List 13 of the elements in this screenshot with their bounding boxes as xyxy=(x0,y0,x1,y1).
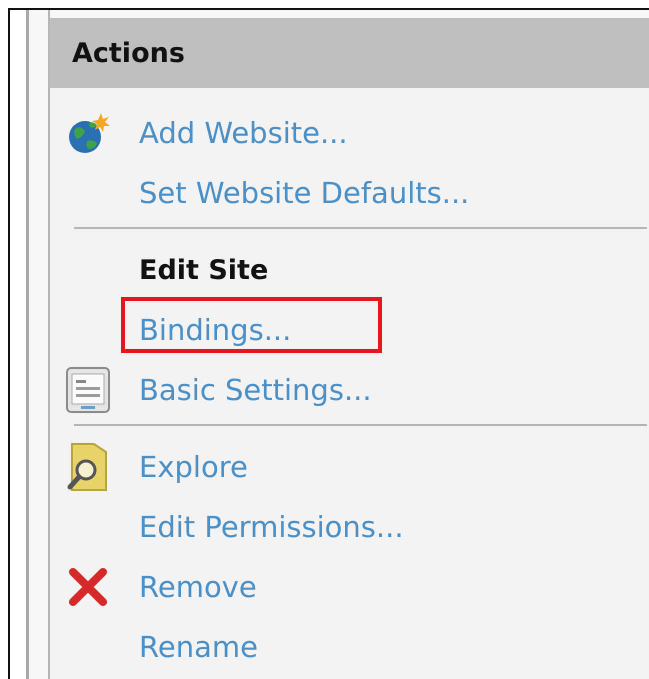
action-link[interactable]: Edit Permissions... xyxy=(139,510,404,544)
action-link[interactable]: Set Website Defaults... xyxy=(139,176,470,210)
folder-search-icon xyxy=(66,442,110,492)
document-settings-icon xyxy=(65,366,111,414)
section-heading: Edit Site xyxy=(139,254,268,286)
action-link[interactable]: Bindings... xyxy=(139,313,292,347)
action-link[interactable]: Remove xyxy=(139,570,257,604)
action-link[interactable]: Basic Settings... xyxy=(139,373,372,407)
action-link[interactable]: Rename xyxy=(139,630,258,664)
action-link[interactable]: Add Website... xyxy=(139,116,348,150)
panel-title: Actions xyxy=(72,38,185,68)
action-link[interactable]: Explore xyxy=(139,450,248,484)
delete-icon xyxy=(67,566,109,608)
